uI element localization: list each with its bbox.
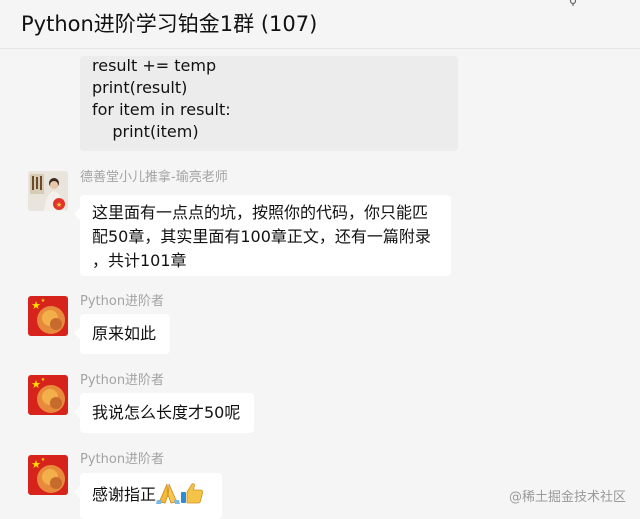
more-options-icon[interactable] <box>566 0 580 6</box>
message-text: 感谢指正 <box>92 485 157 504</box>
code-line: print(item) <box>92 122 199 141</box>
chat-header: Python进阶学习铂金1群 (107) <box>0 0 640 49</box>
watermark: @稀土掘金技术社区 <box>508 490 626 505</box>
avatar-teacher[interactable]: ★ <box>28 171 68 211</box>
message-bubble[interactable]: 感谢指正 <box>74 473 222 519</box>
message-line: 这里面有一点点的坑，按照你的代码，你只能匹 <box>92 203 429 222</box>
code-line: result += temp <box>92 56 217 75</box>
sender-name: Python进阶者 <box>80 294 165 309</box>
svg-text:★: ★ <box>41 377 46 383</box>
message-bubble[interactable]: 原来如此 <box>74 314 170 354</box>
sender-name: 德善堂小儿推拿-瑜亮老师 <box>80 170 228 185</box>
svg-text:★: ★ <box>41 298 46 304</box>
code-message-bubble[interactable]: result += temp print(result) for item in… <box>80 56 458 151</box>
avatar-python-jinjiezhe[interactable]: ★ ★ <box>28 375 68 415</box>
message-bubble[interactable]: 我说怎么长度才50呢 <box>74 393 254 433</box>
code-line: print(result) <box>92 78 188 97</box>
message-line: 配50章，其实里面有100章正文，还有一篇附录 <box>92 227 431 246</box>
svg-text:★: ★ <box>41 457 46 463</box>
message-text: 原来如此 <box>92 324 157 343</box>
message-bubble[interactable]: 这里面有一点点的坑，按照你的代码，你只能匹 配50章，其实里面有100章正文，还… <box>74 195 451 276</box>
folded-hands-icon <box>156 483 181 504</box>
svg-text:★: ★ <box>31 299 41 312</box>
sender-name: Python进阶者 <box>80 373 165 388</box>
svg-text:★: ★ <box>56 201 62 209</box>
svg-text:★: ★ <box>31 458 41 471</box>
message-line: ，共计101章 <box>92 251 187 270</box>
message-text: 我说怎么长度才50呢 <box>92 403 241 422</box>
avatar-python-jinjiezhe[interactable]: ★ ★ <box>28 455 68 495</box>
code-line: for item in result: <box>92 100 231 119</box>
thumbs-up-icon <box>181 483 204 504</box>
group-title: Python进阶学习铂金1群 (107) <box>21 12 318 36</box>
sender-name: Python进阶者 <box>80 452 165 467</box>
svg-text:★: ★ <box>31 378 41 391</box>
avatar-python-jinjiezhe[interactable]: ★ ★ <box>28 296 68 336</box>
